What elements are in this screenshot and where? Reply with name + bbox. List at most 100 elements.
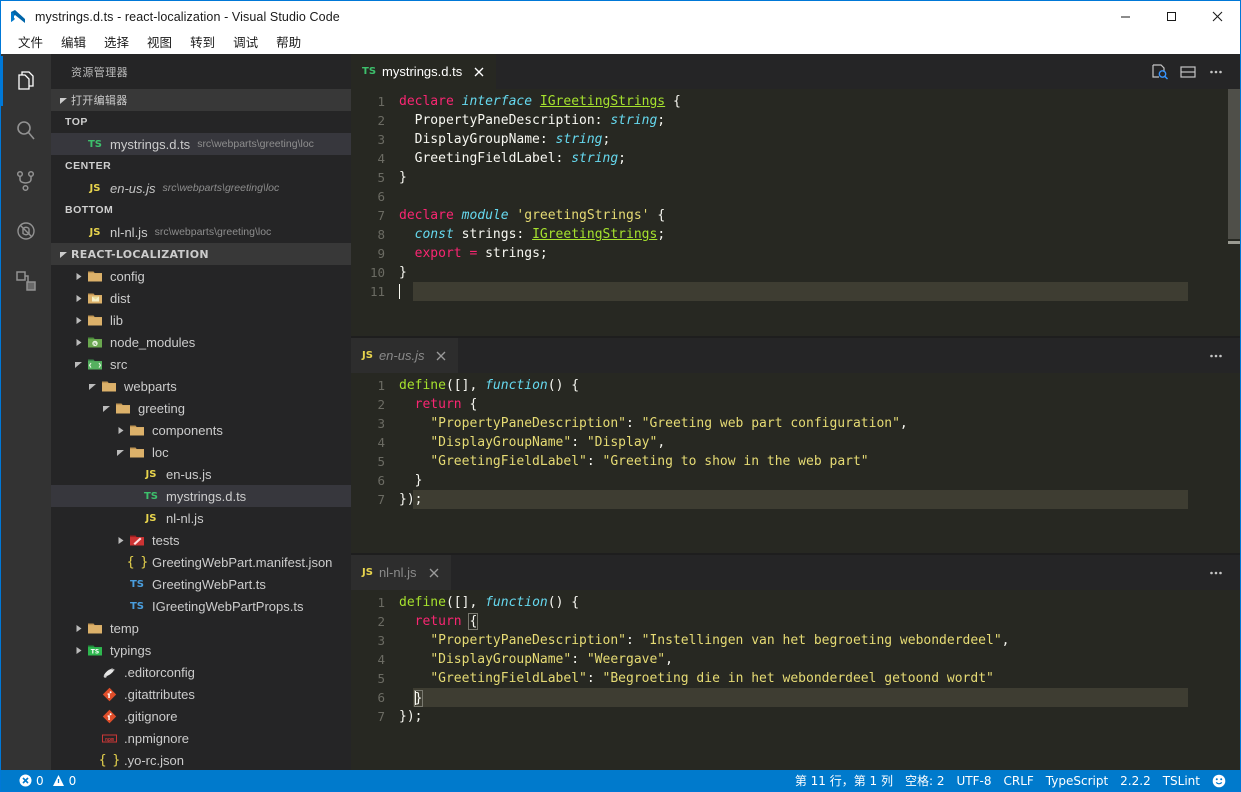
more-actions-icon[interactable] [1202,555,1230,590]
tab-close-icon[interactable] [434,349,448,363]
tree-folder-webparts[interactable]: webparts [51,375,351,397]
tree-folder-components[interactable]: components [51,419,351,441]
open-editors-group-label: CENTER [51,155,351,177]
minimize-button[interactable] [1102,1,1148,31]
tree-folder-config[interactable]: config [51,265,351,287]
code-text: } [399,170,407,185]
status-encoding[interactable]: UTF-8 [951,770,998,792]
tree-file-mystrings-d-ts[interactable]: TSmystrings.d.ts [51,485,351,507]
code-line: 2 PropertyPaneDescription: string; [351,111,1188,130]
open-editor-mystrings[interactable]: TS mystrings.d.ts src\webparts\greeting\… [51,133,351,155]
tree-folder-node-modules[interactable]: Nnode_modules [51,331,351,353]
svg-text:N: N [93,341,96,346]
status-problems[interactable]: 0 0 [13,770,82,792]
minimap[interactable] [1188,89,1240,336]
tree-folder-lib[interactable]: lib [51,309,351,331]
status-feedback-smiley[interactable] [1206,770,1232,792]
status-eol[interactable]: CRLF [997,770,1039,792]
editor-scrollbar-thumb[interactable] [1228,89,1240,239]
title-bar: mystrings.d.ts - react-localization - Vi… [0,0,1241,32]
activity-explorer[interactable] [1,56,51,106]
split-editor-icon[interactable] [1174,54,1202,89]
tree-folder-greeting[interactable]: greeting [51,397,351,419]
menu-help[interactable]: 帮助 [267,33,310,53]
line-number: 5 [351,671,399,686]
tab-close-icon[interactable] [427,566,441,580]
tree-item-label: nl-nl.js [166,511,204,526]
tree-file-gitattributes[interactable]: .gitattributes [51,683,351,705]
open-editor-name: nl-nl.js [110,225,148,240]
menu-view[interactable]: 视图 [138,33,181,53]
tab-mystrings.d.ts[interactable]: TSmystrings.d.ts [351,54,497,89]
menu-debug[interactable]: 调试 [224,33,267,53]
chevron-down-icon [99,404,113,413]
more-actions-icon[interactable] [1202,338,1230,373]
tree-file-greetingwebpart-ts[interactable]: TSGreetingWebPart.ts [51,573,351,595]
more-actions-icon[interactable] [1202,54,1230,89]
tab-close-icon[interactable] [472,65,486,79]
editor-scrollbar-thumb[interactable] [1228,590,1240,770]
menu-go[interactable]: 转到 [181,33,224,53]
minimap[interactable] [1188,590,1240,770]
code-editor-pane-bottom[interactable]: 1define([], function() {2 return {3 "Pro… [351,590,1240,770]
minimap[interactable] [1188,373,1240,553]
status-bar: 0 0 第 11 行，第 1 列 空格: 2 UTF-8 CRLF TypeSc… [0,770,1241,792]
tree-folder-src[interactable]: src [51,353,351,375]
tree-folder-temp[interactable]: temp [51,617,351,639]
tree-file-gitignore[interactable]: .gitignore [51,705,351,727]
activity-debug[interactable] [1,206,51,256]
code-text: }); [399,492,422,507]
status-indentation[interactable]: 空格: 2 [899,770,951,792]
tree-folder-dist[interactable]: dist [51,287,351,309]
chevron-down-icon [113,448,127,457]
tab-label: en-us.js [379,348,425,363]
status-tslint[interactable]: TSLint [1157,770,1206,792]
open-editors-header[interactable]: 打开编辑器 [51,89,351,111]
tree-file-yo-rc-json[interactable]: { }.yo-rc.json [51,749,351,770]
editor-scrollbar-thumb[interactable] [1228,373,1240,553]
tree-item-label: .gitattributes [124,687,195,702]
open-editor-en-us[interactable]: JS en-us.js src\webparts\greeting\loc [51,177,351,199]
chevron-down-icon [55,96,71,105]
svg-text:npm: npm [104,736,113,742]
json-icon: { } [99,753,119,768]
tree-file-editorconfig[interactable]: .editorconfig [51,661,351,683]
tab-en-us.js[interactable]: JSen-us.js [351,338,459,373]
chevron-down-icon [55,250,71,259]
tree-item-label: webparts [124,379,177,394]
menu-edit[interactable]: 编辑 [52,33,95,53]
tree-file-en-us-js[interactable]: JSen-us.js [51,463,351,485]
error-count: 0 [36,774,44,788]
tree-file-nl-nl-js[interactable]: JSnl-nl.js [51,507,351,529]
code-line: 9 export = strings; [351,244,1188,263]
activity-source-control[interactable] [1,156,51,206]
tree-folder-typings[interactable]: TStypings [51,639,351,661]
tree-file-igreetingwebpartprops-ts[interactable]: TSIGreetingWebPartProps.ts [51,595,351,617]
open-preview-icon[interactable] [1146,54,1174,89]
tree-file-npmignore[interactable]: npm.npmignore [51,727,351,749]
project-header[interactable]: REACT-LOCALIZATION [51,243,351,265]
open-editor-nl-nl[interactable]: JS nl-nl.js src\webparts\greeting\loc [51,221,351,243]
extensions-icon [13,268,39,294]
code-text: "GreetingFieldLabel": "Greeting to show … [399,454,869,469]
tree-item-label: lib [110,313,123,328]
status-ts-version[interactable]: 2.2.2 [1114,770,1157,792]
activity-search[interactable] [1,106,51,156]
close-button[interactable] [1194,1,1240,31]
tree-folder-tests[interactable]: tests [51,529,351,551]
menu-file[interactable]: 文件 [9,33,52,53]
tree-folder-loc[interactable]: loc [51,441,351,463]
activity-extensions[interactable] [1,256,51,306]
tree-item-label: config [110,269,145,284]
editor-group-pane-top: TSmystrings.d.ts1declare interface IGree… [351,54,1240,336]
menu-selection[interactable]: 选择 [95,33,138,53]
maximize-button[interactable] [1148,1,1194,31]
code-text: export = strings; [399,246,548,261]
tree-file-greetingwebpart-manifest-json[interactable]: { }GreetingWebPart.manifest.json [51,551,351,573]
code-line: 11 [351,282,1188,301]
code-editor-pane-top[interactable]: 1declare interface IGreetingStrings {2 P… [351,89,1240,336]
status-language-mode[interactable]: TypeScript [1040,770,1114,792]
status-cursor-position[interactable]: 第 11 行，第 1 列 [789,770,899,792]
tab-nl-nl.js[interactable]: JSnl-nl.js [351,555,452,590]
code-editor-pane-center[interactable]: 1define([], function() {2 return {3 "Pro… [351,373,1240,553]
